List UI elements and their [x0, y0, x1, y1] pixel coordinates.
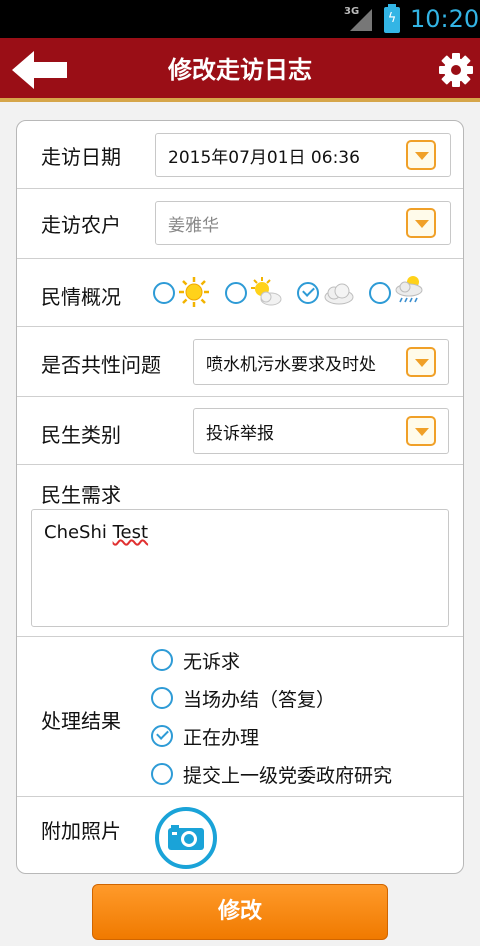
- photo-row: 附加照片: [17, 797, 463, 873]
- demand-label: 民生需求: [41, 483, 121, 507]
- visit-log-form: 走访日期 2015年07月01日 06:36 走访农户 姜雅华 民情概况 是否共…: [16, 120, 464, 874]
- sentiment-row: 民情概况: [17, 259, 463, 327]
- sentiment-radio-rain[interactable]: [369, 282, 391, 304]
- demand-text-b: Test: [112, 522, 149, 543]
- signal-icon: [350, 9, 372, 31]
- demand-text-a: CheShi: [44, 522, 107, 543]
- chevron-down-icon[interactable]: [406, 140, 436, 170]
- cloudy-icon: [324, 283, 354, 305]
- category-select[interactable]: 投诉举报: [193, 408, 449, 454]
- partly-cloudy-icon: [251, 277, 282, 306]
- gear-icon: [439, 53, 473, 87]
- app-header: 修改走访日志: [0, 38, 480, 102]
- category-row: 民生类别 投诉举报: [17, 397, 463, 465]
- result-option-label: 正在办理: [183, 727, 260, 749]
- visit-date-select[interactable]: 2015年07月01日 06:36: [155, 133, 451, 177]
- common-issue-label: 是否共性问题: [41, 353, 161, 377]
- visit-date-row: 走访日期 2015年07月01日 06:36: [17, 121, 463, 189]
- sentiment-radio-cloudy[interactable]: [297, 282, 319, 304]
- arrow-left-icon: [12, 51, 67, 89]
- result-label: 处理结果: [41, 709, 121, 733]
- result-radio[interactable]: [151, 763, 173, 785]
- household-label: 走访农户: [41, 213, 121, 237]
- visit-date-value: 2015年07月01日 06:36: [168, 147, 360, 168]
- battery-icon: ϟ: [384, 4, 400, 33]
- category-label: 民生类别: [41, 423, 121, 447]
- result-radio[interactable]: [151, 649, 173, 671]
- chevron-down-icon[interactable]: [406, 347, 436, 377]
- common-issue-row: 是否共性问题 喷水机污水要求及时处: [17, 327, 463, 397]
- common-issue-select[interactable]: 喷水机污水要求及时处: [193, 339, 449, 385]
- sentiment-radio-partly-cloudy[interactable]: [225, 282, 247, 304]
- sentiment-label: 民情概况: [41, 285, 121, 309]
- submit-button[interactable]: 修改: [92, 884, 388, 940]
- result-option-label: 当场办结（答复）: [183, 689, 336, 711]
- sunny-icon: [179, 277, 209, 307]
- chevron-down-icon[interactable]: [406, 208, 436, 238]
- demand-row: 民生需求 CheShi Test: [17, 465, 463, 637]
- result-option-label: 提交上一级党委政府研究: [183, 765, 393, 787]
- category-value: 投诉举报: [206, 423, 274, 444]
- sentiment-radio-sunny[interactable]: [153, 282, 175, 304]
- clock: 10:20: [410, 5, 480, 33]
- add-photo-button[interactable]: [155, 807, 217, 869]
- household-value: 姜雅华: [168, 215, 219, 236]
- settings-button[interactable]: [438, 52, 474, 88]
- back-button[interactable]: [12, 51, 70, 89]
- common-issue-value: 喷水机污水要求及时处: [206, 354, 376, 375]
- visit-date-label: 走访日期: [41, 145, 121, 169]
- result-row: 处理结果 无诉求 当场办结（答复） 正在办理 提交上一级党委政府研究: [17, 637, 463, 797]
- household-select[interactable]: 姜雅华: [155, 201, 451, 245]
- demand-textarea[interactable]: CheShi Test: [31, 509, 449, 627]
- camera-icon: [168, 825, 204, 850]
- rain-icon: [395, 276, 423, 303]
- photo-label: 附加照片: [41, 819, 121, 843]
- result-option-label: 无诉求: [183, 651, 241, 673]
- household-row: 走访农户 姜雅华: [17, 189, 463, 259]
- result-radio[interactable]: [151, 687, 173, 709]
- page-title: 修改走访日志: [168, 56, 312, 84]
- status-bar: 3G ϟ 10:20: [0, 0, 480, 38]
- chevron-down-icon[interactable]: [406, 416, 436, 446]
- result-radio[interactable]: [151, 725, 173, 747]
